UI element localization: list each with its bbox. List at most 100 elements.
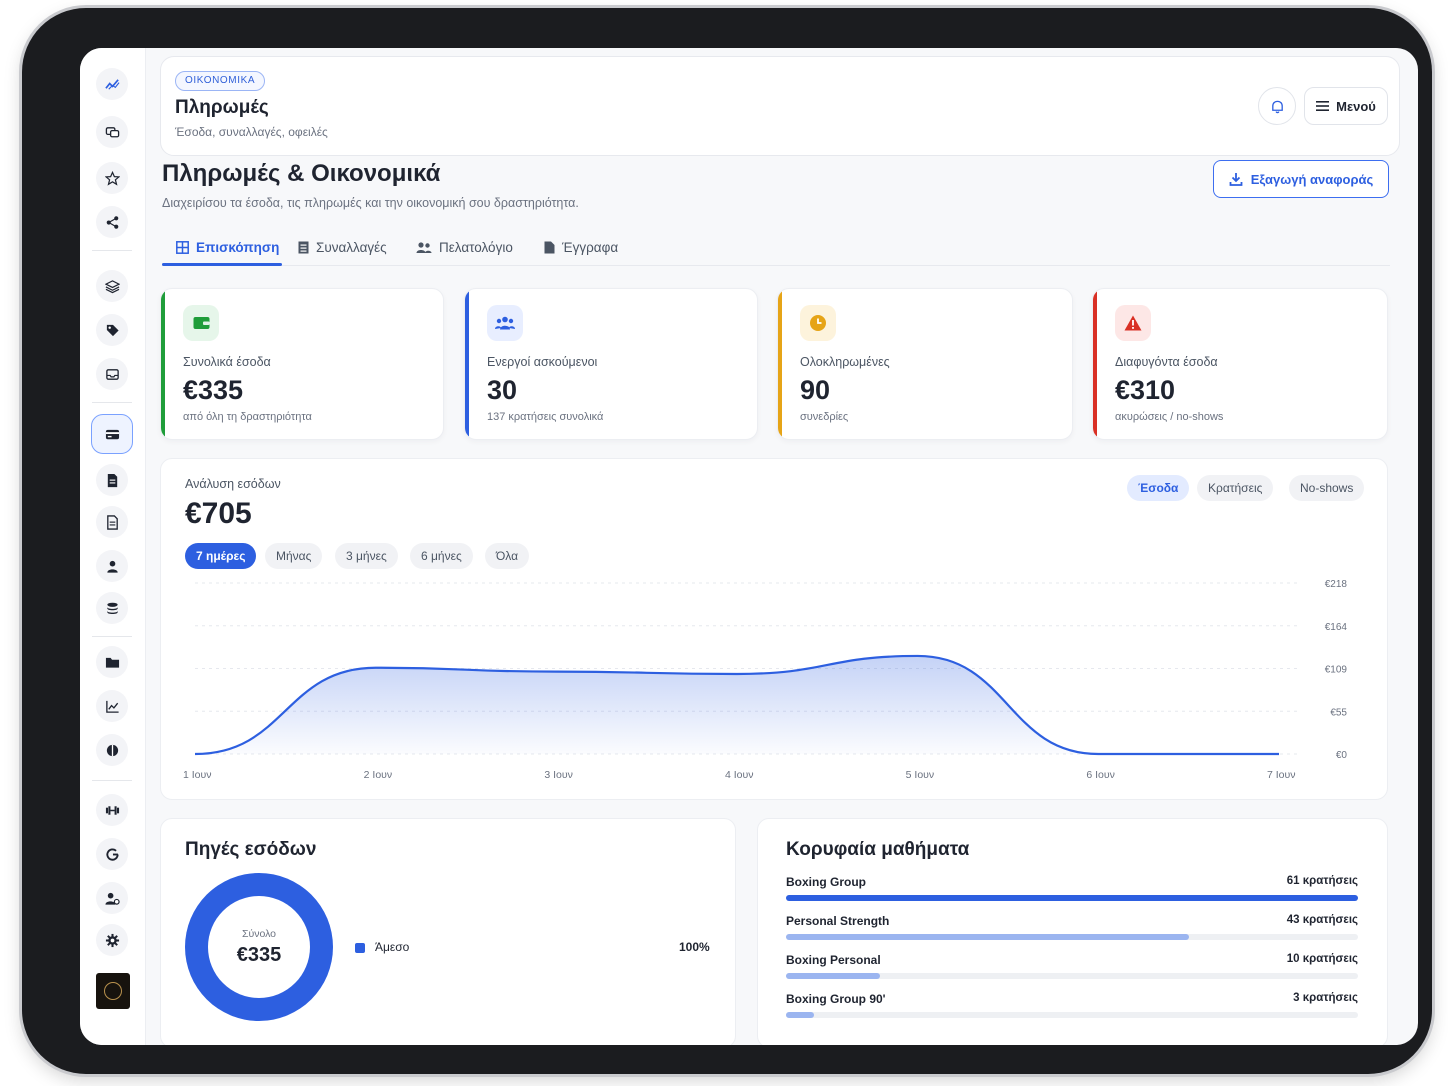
stat-label: Ενεργοί ασκούμενοι: [487, 355, 598, 369]
top-classes-title: Κορυφαία μαθήματα: [786, 839, 970, 860]
stat-subtext: ακυρώσεις / no-shows: [1115, 411, 1224, 423]
class-name: Personal Strength: [786, 914, 890, 928]
dumbbell-icon[interactable]: [96, 794, 128, 826]
stat-accent-bar: [161, 289, 165, 439]
class-row[interactable]: Personal Strength 43 κρατήσεις: [786, 914, 1358, 944]
revenue-area: [195, 655, 1279, 754]
menu-label: Μενού: [1336, 98, 1376, 114]
stat-card-completed: Ολοκληρωμένες 90 συνεδρίες: [777, 288, 1073, 440]
sidebar-divider: [92, 636, 132, 637]
x-tick-label: 7 Ιουν: [1267, 769, 1296, 781]
stat-subtext: από όλη τη δραστηριότητα: [183, 411, 312, 423]
gear-icon[interactable]: [96, 924, 128, 956]
export-label: Εξαγωγή αναφοράς: [1250, 171, 1374, 187]
stat-value: 90: [800, 375, 831, 405]
bell-icon: [1271, 100, 1283, 113]
document-icon[interactable]: [96, 464, 128, 496]
class-name: Boxing Personal: [786, 953, 881, 967]
stat-subtext: συνεδρίες: [800, 411, 849, 423]
class-bar-track: [786, 1012, 1358, 1018]
share-icon[interactable]: [96, 206, 128, 238]
stat-accent-bar: [465, 289, 469, 439]
folder-icon[interactable]: [96, 646, 128, 678]
stat-value: €335: [183, 375, 244, 405]
tab-label: Επισκόπηση: [196, 239, 280, 255]
top-classes-card: Κορυφαία μαθήματα Boxing Group 61 κρατήσ…: [757, 818, 1388, 1045]
sidebar-divider: [92, 402, 132, 403]
header-title: Πληρωμές: [175, 97, 269, 118]
legend-swatch: [355, 943, 365, 953]
class-bar-track: [786, 934, 1358, 940]
layers-icon[interactable]: [96, 270, 128, 302]
stat-subtext: 137 κρατήσεις συνολικά: [487, 411, 604, 423]
stat-value: 30: [487, 375, 518, 405]
tab-active-indicator: [162, 263, 282, 266]
tag-icon[interactable]: [96, 314, 128, 346]
class-name: Boxing Group 90': [786, 992, 886, 1006]
warning-icon: [1115, 305, 1151, 341]
y-tick-label: €109: [1325, 665, 1348, 676]
coins-icon[interactable]: [96, 592, 128, 624]
tab-bar: Επισκόπηση Συναλλαγές Πελατολόγιο Έγγραφ…: [162, 228, 1390, 266]
tab-clients[interactable]: Πελατολόγιο: [416, 228, 513, 266]
x-tick-label: 1 Ιουν: [183, 769, 212, 781]
tab-label: Έγγραφα: [562, 239, 619, 255]
y-tick-label: €164: [1325, 622, 1348, 633]
y-tick-label: €55: [1330, 707, 1347, 718]
class-bar-track: [786, 895, 1358, 901]
grid-icon: [176, 240, 189, 254]
stat-accent-bar: [778, 289, 782, 439]
stat-card-lost-revenue: Διαφυγόντα έσοδα €310 ακυρώσεις / no-sho…: [1092, 288, 1388, 440]
y-tick-label: €0: [1336, 750, 1348, 761]
gym-logo[interactable]: [96, 973, 130, 1009]
sidebar: [80, 48, 146, 1045]
class-bar-fill: [786, 934, 1190, 940]
class-row[interactable]: Boxing Personal 10 κρατήσεις: [786, 953, 1358, 983]
invoice-icon[interactable]: [96, 506, 128, 538]
class-bar-track: [786, 973, 1358, 979]
wallet-icon: [183, 305, 219, 341]
sidebar-divider: [92, 250, 132, 251]
x-tick-label: 5 Ιουν: [906, 769, 935, 781]
notifications-button[interactable]: [1258, 87, 1296, 125]
users-icon: [487, 305, 523, 341]
user-settings-icon[interactable]: [96, 882, 128, 914]
app-screen: ΟΙΚΟΝΟΜΙΚΑ Πληρωμές Έσοδα, συναλλαγές, ο…: [80, 48, 1418, 1045]
chat-icon[interactable]: [96, 116, 128, 148]
x-tick-label: 4 Ιουν: [725, 769, 754, 781]
header-subtitle: Έσοδα, συναλλαγές, οφειλές: [175, 125, 328, 139]
tab-overview[interactable]: Επισκόπηση: [176, 228, 279, 266]
revenue-area-chart: €218 €164 €109 €55 €0 1 Ιουν 2 Ιουν 3 Ιουν 4 Ιου…: [183, 579, 1348, 781]
analytics-icon[interactable]: [96, 68, 128, 100]
class-bar-fill: [786, 973, 880, 979]
y-tick-label: €218: [1325, 579, 1348, 590]
payments-card-icon[interactable]: [91, 414, 133, 454]
donut-center: Σύνολο €335: [208, 896, 310, 998]
tab-label: Πελατολόγιο: [439, 239, 513, 255]
class-row[interactable]: Boxing Group 90' 3 κρατήσεις: [786, 992, 1358, 1022]
class-count: 3 κρατήσεις: [1293, 992, 1358, 1004]
file-icon: [544, 241, 555, 253]
class-row[interactable]: Boxing Group 61 κρατήσεις: [786, 875, 1358, 905]
sources-donut-chart: Σύνολο €335: [185, 873, 333, 1021]
revenue-sources-card: Πηγές εσόδων Σύνολο €335 Άμεσο 100%: [160, 818, 736, 1045]
user-icon[interactable]: [96, 550, 128, 582]
stat-card-total-revenue: Συνολικά έσοδα €335 από όλη τη δραστηριό…: [160, 288, 444, 440]
star-icon[interactable]: [96, 162, 128, 194]
class-count: 61 κρατήσεις: [1286, 875, 1358, 887]
stat-card-active-trainees: Ενεργοί ασκούμενοι 30 137 κρατήσεις συνο…: [464, 288, 758, 440]
sidebar-divider: [92, 780, 132, 781]
users-icon: [416, 241, 432, 253]
google-icon[interactable]: [96, 838, 128, 870]
line-chart-icon[interactable]: [96, 690, 128, 722]
hamburger-icon: [1316, 101, 1330, 111]
menu-button[interactable]: Μενού: [1304, 87, 1388, 125]
tab-documents[interactable]: Έγγραφα: [544, 228, 618, 266]
contrast-icon[interactable]: [96, 734, 128, 766]
inbox-icon[interactable]: [96, 358, 128, 390]
export-report-button[interactable]: Εξαγωγή αναφοράς: [1213, 160, 1389, 198]
donut-total-value: €335: [236, 944, 282, 966]
tab-transactions[interactable]: Συναλλαγές: [298, 228, 387, 266]
class-bar-fill: [786, 895, 1358, 901]
stat-value: €310: [1115, 375, 1176, 405]
